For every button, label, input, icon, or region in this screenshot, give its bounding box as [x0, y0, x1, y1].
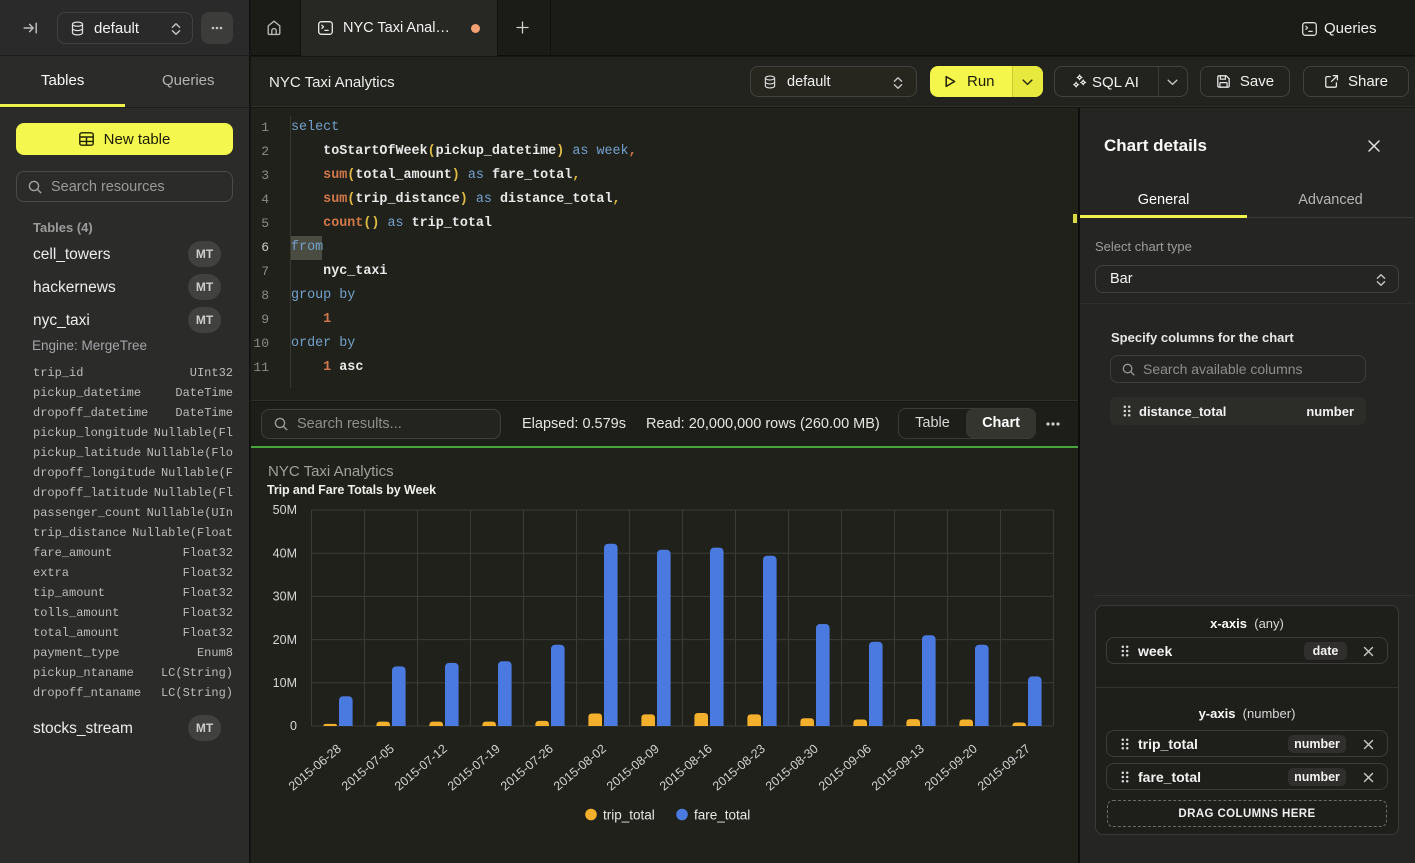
svg-text:2015-08-09: 2015-08-09 — [604, 742, 662, 794]
svg-text:20M: 20M — [273, 633, 297, 647]
svg-text:2015-09-27: 2015-09-27 — [975, 742, 1033, 794]
svg-text:40M: 40M — [273, 546, 297, 560]
svg-text:2015-09-06: 2015-09-06 — [816, 742, 874, 794]
svg-text:2015-09-13: 2015-09-13 — [869, 742, 927, 794]
svg-text:2015-06-28: 2015-06-28 — [286, 742, 344, 794]
svg-text:2015-08-02: 2015-08-02 — [551, 742, 609, 794]
svg-text:0: 0 — [290, 719, 297, 733]
svg-text:trip_total: trip_total — [603, 808, 655, 823]
svg-text:10M: 10M — [273, 676, 297, 690]
svg-text:2015-07-12: 2015-07-12 — [392, 742, 450, 794]
svg-text:2015-09-20: 2015-09-20 — [922, 742, 980, 794]
svg-text:50M: 50M — [273, 503, 297, 517]
svg-text:30M: 30M — [273, 590, 297, 604]
svg-text:fare_total: fare_total — [694, 808, 750, 823]
svg-text:2015-07-26: 2015-07-26 — [498, 742, 556, 794]
svg-text:2015-08-16: 2015-08-16 — [657, 742, 715, 794]
svg-text:2015-07-05: 2015-07-05 — [339, 742, 397, 794]
svg-text:2015-08-23: 2015-08-23 — [710, 742, 768, 794]
svg-text:2015-07-19: 2015-07-19 — [445, 742, 503, 794]
svg-text:2015-08-30: 2015-08-30 — [763, 742, 821, 794]
